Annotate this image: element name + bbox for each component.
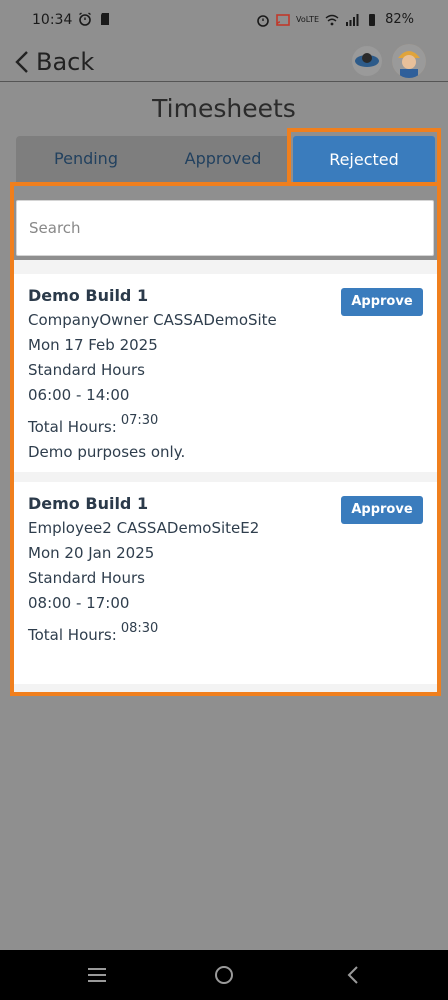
status-left-icons	[78, 12, 112, 26]
total-label: Total Hours:	[28, 418, 117, 436]
battery-percent: 82%	[385, 12, 414, 27]
timesheet-card[interactable]: Demo Build 1 Employee2 CASSADemoSiteE2 M…	[14, 482, 437, 684]
card-date: Mon 17 Feb 2025	[28, 336, 158, 354]
card-type: Standard Hours	[28, 361, 145, 379]
tab-approved[interactable]: Approved	[156, 136, 290, 182]
cast-icon	[276, 13, 290, 26]
nav-bar: Back	[0, 42, 448, 82]
timesheet-card[interactable]: Demo Build 1 CompanyOwner CASSADemoSite …	[14, 274, 437, 472]
approve-button[interactable]: Approve	[341, 288, 423, 316]
back-button[interactable]: Back	[14, 48, 94, 76]
system-nav-bar	[0, 950, 448, 1000]
card-type: Standard Hours	[28, 569, 145, 587]
builder-avatar-icon	[392, 44, 426, 78]
card-total: Total Hours: 08:30	[28, 616, 423, 648]
tab-rejected-highlight: Rejected	[287, 128, 441, 186]
timesheet-panel: Demo Build 1 CompanyOwner CASSADemoSite …	[10, 182, 441, 696]
total-value: 07:30	[120, 413, 159, 428]
chevron-left-icon	[15, 51, 28, 73]
back-triangle-icon[interactable]	[342, 963, 366, 987]
battery-icon	[369, 13, 376, 26]
approve-button[interactable]: Approve	[341, 496, 423, 524]
status-bar: 10:34 VoLTE 82%	[0, 0, 448, 42]
card-note: Demo purposes only.	[28, 443, 186, 461]
menu-icon[interactable]	[85, 963, 109, 987]
card-time-range: 08:00 - 17:00	[28, 594, 130, 612]
wifi-icon	[325, 14, 339, 25]
total-value: 08:30	[120, 621, 159, 636]
signal-icon	[346, 13, 359, 26]
total-label: Total Hours:	[28, 626, 117, 644]
tab-rejected[interactable]: Rejected	[293, 136, 435, 184]
status-right: VoLTE 82%	[256, 12, 414, 27]
company-logo-icon	[352, 46, 382, 76]
company-logo-avatar[interactable]	[350, 44, 384, 78]
search-input[interactable]	[17, 201, 433, 255]
home-icon[interactable]	[212, 963, 236, 987]
tab-pending[interactable]: Pending	[16, 136, 156, 182]
card-time-range: 06:00 - 14:00	[28, 386, 130, 404]
sd-card-icon	[101, 13, 109, 25]
card-date: Mon 20 Jan 2025	[28, 544, 155, 562]
network-label: VoLTE	[296, 14, 320, 24]
status-time: 10:34	[32, 12, 73, 28]
search-box	[16, 200, 434, 256]
alarm-icon	[257, 14, 269, 27]
back-label: Back	[36, 48, 95, 76]
card-total: Total Hours: 07:30	[28, 408, 423, 440]
page-title: Timesheets	[152, 94, 296, 123]
alarm-icon	[79, 12, 91, 26]
user-avatar[interactable]	[392, 44, 426, 78]
